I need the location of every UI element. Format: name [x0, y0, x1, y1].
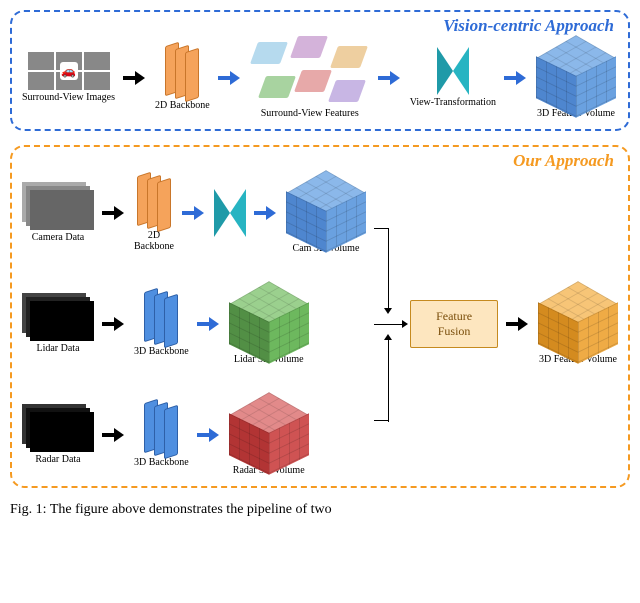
lidar-data-block: Lidar Data: [22, 293, 94, 354]
our-panel-row: Camera Data 2D Backbone: [22, 171, 618, 476]
surround-view-thumbnails: 🚗: [28, 52, 110, 90]
lidar-thumbnail-icon: [22, 293, 94, 341]
surround-view-images-label: Surround-View Images: [22, 92, 115, 103]
camera-thumbnail-icon: [22, 182, 94, 230]
surround-view-images-block: 🚗 Surround-View Images: [22, 52, 115, 103]
backbone-2d-block: 2D Backbone: [155, 44, 210, 111]
arrow-icon: [378, 71, 402, 85]
cube-icon: [536, 36, 616, 106]
cam-3d-volume-block: Cam 3D Volume: [286, 171, 366, 254]
lidar-backbone-3d-label: 3D Backbone: [134, 346, 189, 357]
arrow-icon: [102, 206, 126, 220]
backbone-3d-icon: [144, 290, 178, 344]
figure-caption: Fig. 1: The figure above demonstrates th…: [10, 502, 630, 518]
arrow-icon: [102, 428, 126, 442]
surround-view-features-block: Surround-View Features: [250, 36, 370, 119]
radar-backbone-3d-block: 3D Backbone: [134, 401, 189, 468]
fusion-connectors: [374, 194, 402, 454]
arrow-icon: [254, 206, 278, 220]
feature-fusion-box: Feature Fusion: [410, 300, 498, 348]
arrow-icon: [504, 71, 528, 85]
lidar-data-label: Lidar Data: [36, 343, 79, 354]
output-3d-volume-block: 3D Feature Volume: [538, 282, 618, 365]
radar-3d-volume-block: Radar 3D Volume: [229, 393, 309, 476]
camera-branch: Camera Data 2D Backbone: [22, 171, 366, 254]
feature-fusion-block: Feature Fusion: [410, 300, 498, 348]
view-transformation-label: View-Transformation: [410, 97, 496, 108]
radar-data-block: Radar Data: [22, 404, 94, 465]
radar-data-label: Radar Data: [35, 454, 80, 465]
arrow-icon: [506, 317, 530, 331]
view-transformation-icon: [214, 189, 246, 237]
vision-row: 🚗 Surround-View Images 2D Backbone Surro…: [22, 36, 618, 119]
arrow-icon: [182, 206, 206, 220]
camera-data-block: Camera Data: [22, 182, 94, 243]
arrow-icon: [123, 71, 147, 85]
cube-icon: [229, 393, 309, 463]
camera-backbone-2d-label: 2D Backbone: [134, 230, 174, 252]
car-icon: 🚗: [60, 62, 78, 80]
branches-column: Camera Data 2D Backbone: [22, 171, 366, 476]
cube-icon: [538, 282, 618, 352]
radar-branch: Radar Data 3D Backbone Radar 3D Volume: [22, 393, 366, 476]
feature-volume-3d-block: 3D Feature Volume: [536, 36, 616, 119]
arrow-icon: [197, 317, 221, 331]
vision-panel: Vision-centric Approach 🚗 Surround-View …: [10, 10, 630, 131]
backbone-2d-icon: [137, 174, 171, 228]
surround-view-features-label: Surround-View Features: [261, 108, 359, 119]
camera-view-transform-block: [214, 189, 246, 237]
our-panel: Our Approach Camera Data 2D Backbone: [10, 145, 630, 488]
backbone-2d-icon: [165, 44, 199, 98]
lidar-backbone-3d-block: 3D Backbone: [134, 290, 189, 357]
our-panel-title: Our Approach: [513, 151, 614, 171]
radar-thumbnail-icon: [22, 404, 94, 452]
arrow-icon: [197, 428, 221, 442]
lidar-3d-volume-block: Lidar 3D Volume: [229, 282, 309, 365]
cube-icon: [286, 171, 366, 241]
camera-backbone-2d-block: 2D Backbone: [134, 174, 174, 252]
backbone-2d-label: 2D Backbone: [155, 100, 210, 111]
radar-backbone-3d-label: 3D Backbone: [134, 457, 189, 468]
vision-panel-title: Vision-centric Approach: [443, 16, 614, 36]
feature-patches-icon: [250, 36, 370, 106]
arrow-icon: [102, 317, 126, 331]
lidar-branch: Lidar Data 3D Backbone Lidar 3D Volume: [22, 282, 366, 365]
view-transformation-icon: [437, 47, 469, 95]
backbone-3d-icon: [144, 401, 178, 455]
view-transformation-block: View-Transformation: [410, 47, 496, 108]
arrow-icon: [218, 71, 242, 85]
cube-icon: [229, 282, 309, 352]
camera-data-label: Camera Data: [32, 232, 84, 243]
